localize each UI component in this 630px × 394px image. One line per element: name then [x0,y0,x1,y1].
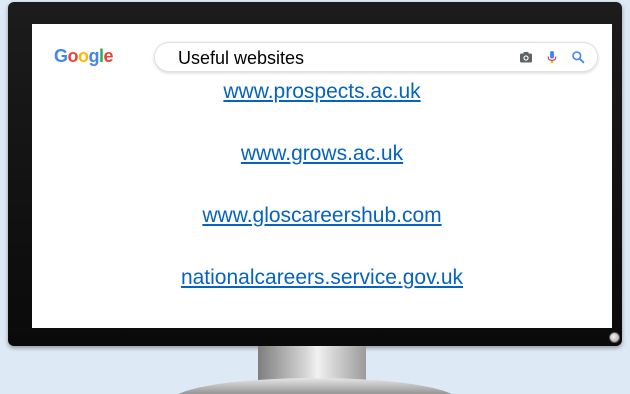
screen: Google Useful websites www.prospects.ac.… [32,24,612,328]
scene: Google Useful websites www.prospects.ac.… [0,0,630,394]
logo-letter: G [54,46,68,66]
monitor-stand-base [170,378,460,394]
logo-letter: g [88,46,100,66]
google-logo[interactable]: Google [54,46,114,67]
link-prospects[interactable]: www.prospects.ac.uk [32,80,612,104]
search-input[interactable]: Useful websites [178,48,304,69]
camera-icon[interactable] [519,50,533,64]
logo-letter: o [67,46,79,66]
link-grows[interactable]: www.grows.ac.uk [32,142,612,166]
microphone-icon[interactable] [545,50,559,64]
power-button[interactable] [609,332,620,343]
monitor: Google Useful websites www.prospects.ac.… [8,2,622,346]
link-nationalcareers[interactable]: nationalcareers.service.gov.uk [32,266,612,290]
monitor-stand-neck [258,346,366,382]
search-icon[interactable] [571,50,585,64]
search-box[interactable]: Useful websites [154,42,598,72]
logo-letter: e [103,46,114,66]
search-actions [519,50,585,64]
link-gloscareershub[interactable]: www.gloscareershub.com [32,204,612,228]
logo-letter: o [78,46,89,66]
